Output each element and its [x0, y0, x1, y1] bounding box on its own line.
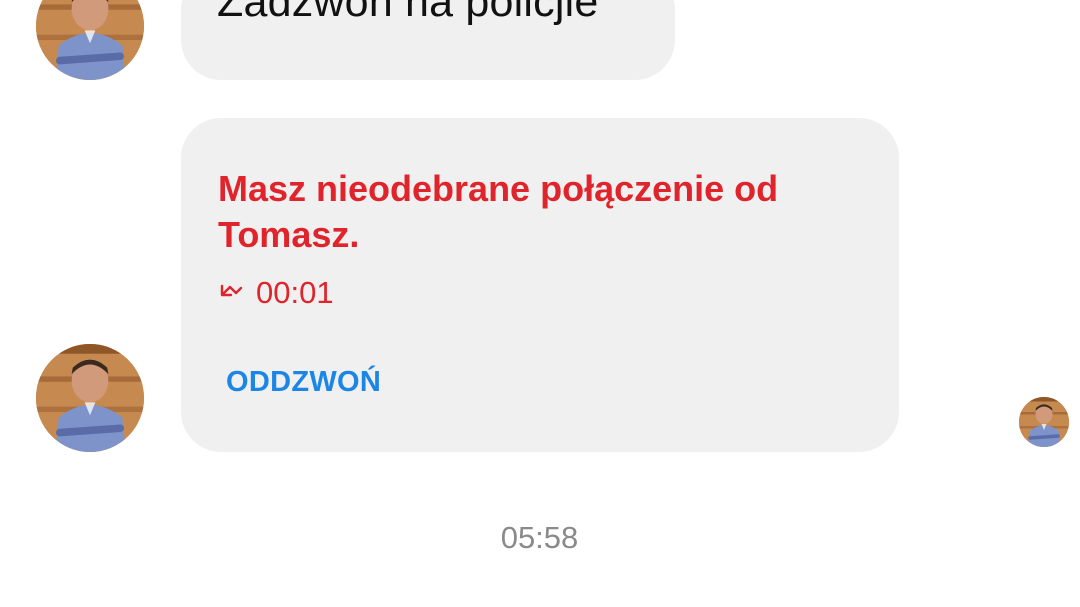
missed-call-icon [219, 283, 244, 303]
callback-button[interactable]: ODDZWOŃ [226, 365, 381, 399]
person-avatar-icon [1019, 397, 1069, 447]
message-timestamp: 05:58 [500, 520, 579, 555]
call-duration-row: 00:01 [219, 275, 334, 311]
missed-call-text: Masz nieodebrane połączenie od Tomasz. [218, 168, 779, 255]
read-receipt-avatar [1019, 397, 1069, 447]
call-duration: 00:01 [256, 275, 334, 310]
chat-screen: Zadzwoń na policjie Masz nieodebrane poł… [0, 0, 1080, 607]
contact-avatar[interactable] [36, 0, 144, 80]
message-bubble[interactable]: Zadzwoń na policjie [181, 0, 675, 80]
person-avatar-icon [36, 344, 144, 452]
missed-call-card[interactable]: Masz nieodebrane połączenie od Tomasz. 0… [181, 118, 899, 452]
person-avatar-icon [36, 0, 144, 80]
contact-avatar[interactable] [36, 344, 144, 452]
message-text: Zadzwoń na policjie [217, 0, 599, 26]
